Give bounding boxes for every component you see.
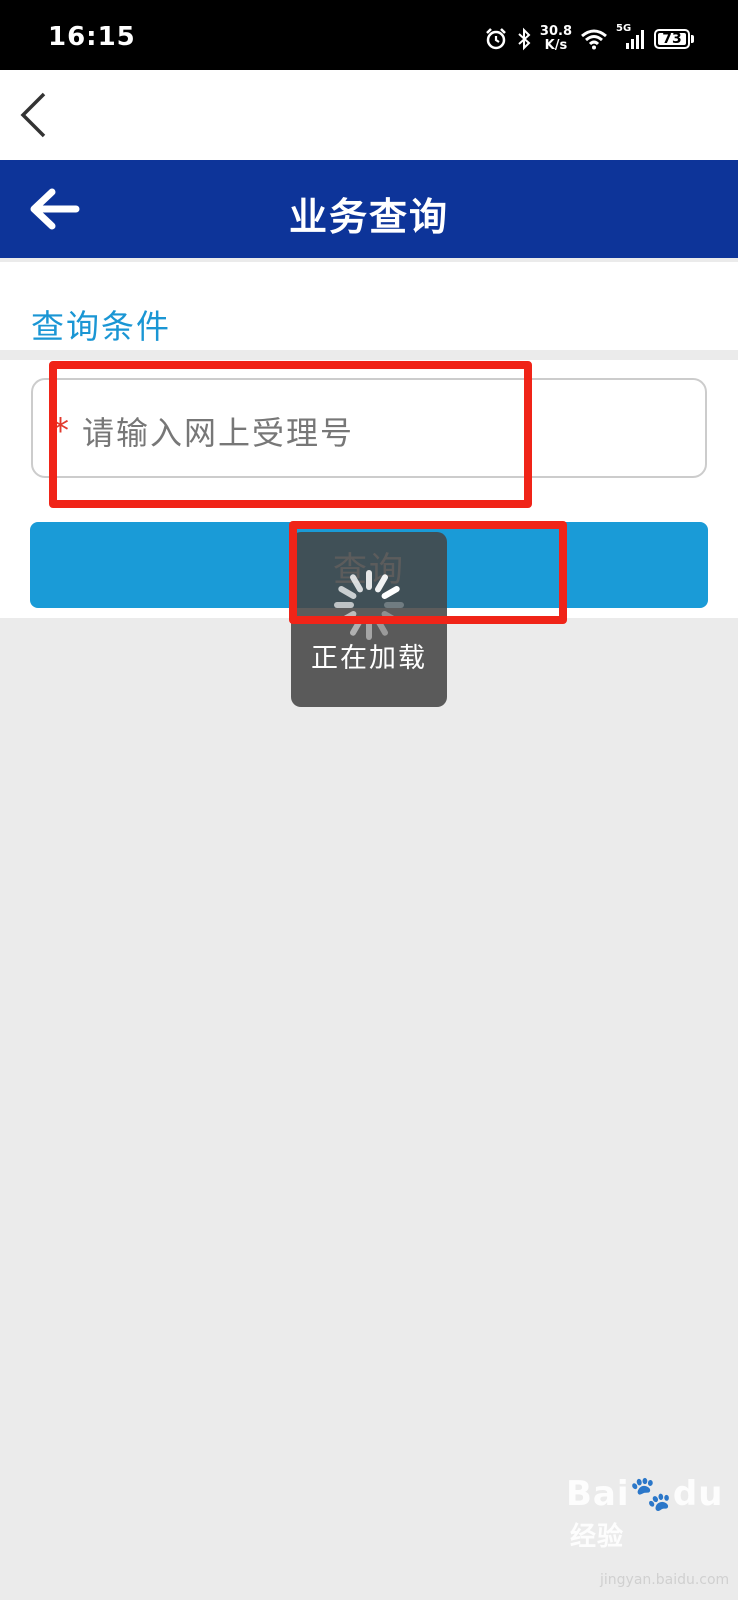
bluetooth-icon xyxy=(518,27,531,51)
network-speed: 30.8 K/s xyxy=(540,25,572,53)
signal-icon xyxy=(626,30,644,49)
network-speed-unit: K/s xyxy=(544,38,568,53)
highlight-input-box xyxy=(49,361,532,508)
status-bar: 16:15 30.8 K/s 5G 73 xyxy=(0,0,738,70)
watermark-brand: Bai xyxy=(566,1474,630,1514)
baidu-jingyan-watermark: Bai🐾du 经验 xyxy=(566,1474,738,1554)
alarm-icon xyxy=(486,28,506,50)
battery-indicator: 73 xyxy=(654,29,694,49)
page-title: 业务查询 xyxy=(288,195,449,239)
loading-text: 正在加载 xyxy=(311,643,427,674)
status-time: 16:15 xyxy=(48,22,136,52)
signal-indicator: 5G xyxy=(616,23,646,51)
chevron-left-icon[interactable] xyxy=(18,92,48,138)
section-title: 查询条件 xyxy=(31,307,171,346)
network-speed-value: 30.8 xyxy=(539,24,572,39)
title-bar: 业务查询 xyxy=(0,160,738,258)
battery-icon: 73 xyxy=(654,29,690,49)
highlight-button-box xyxy=(289,521,567,624)
watermark-brand-b: du xyxy=(672,1474,724,1514)
status-icons: 30.8 K/s 5G 73 xyxy=(484,23,694,54)
watermark-cn: 经验 xyxy=(570,1522,625,1552)
top-nav xyxy=(0,70,738,160)
wifi-icon xyxy=(581,29,607,50)
watermark-url: jingyan.baidu.com xyxy=(600,1572,730,1588)
paw-icon: 🐾 xyxy=(629,1474,673,1514)
battery-level: 73 xyxy=(662,31,682,47)
